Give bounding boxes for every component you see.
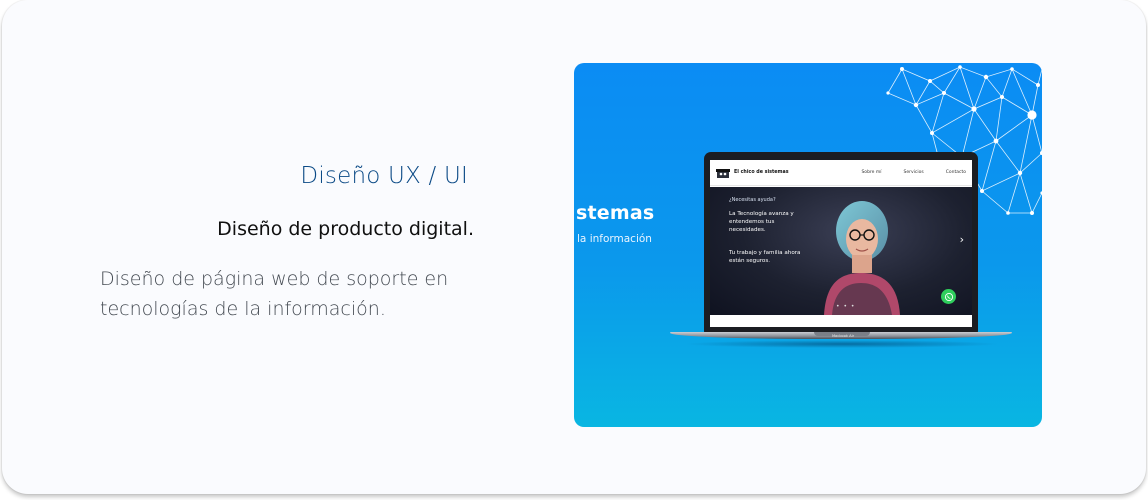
hero-question: ¿Necesitas ayuda? — [729, 197, 776, 203]
hero-next-arrow: › — [959, 233, 964, 246]
whatsapp-icon — [941, 289, 956, 304]
hero-person-photo — [824, 201, 900, 315]
site-footer-strip — [710, 316, 972, 327]
site-nav-sobre: Sobre mí — [861, 170, 882, 175]
project-preview-image: stemas la información El chico de sistem… — [574, 63, 1042, 427]
laptop-screen: El chico de sistemas Sobre mí Servicios … — [710, 160, 972, 327]
background-heading: stemas — [576, 202, 655, 224]
laptop-lid: El chico de sistemas Sobre mí Servicios … — [704, 152, 978, 333]
site-nav-links: Sobre mí Servicios Contacto — [861, 170, 966, 175]
whatsapp-glyph-icon — [944, 292, 953, 301]
laptop-model-label: Macbook Air — [831, 334, 855, 338]
project-card: Diseño UX / UI Diseño de producto digita… — [2, 0, 1146, 494]
project-title: Diseño UX / UI — [300, 163, 468, 189]
hero-text-1: La Tecnología avanza y entendemos tus ne… — [729, 211, 794, 233]
hero-text-2: Tu trabajo y familia ahora están seguros… — [729, 250, 801, 264]
site-hero: ¿Necesitas ayuda? La Tecnología avanza y… — [710, 187, 972, 315]
project-subtitle: Diseño de producto digital. — [217, 218, 474, 240]
project-description: Diseño de página web de soporte en tecno… — [100, 268, 449, 320]
background-subheading: la información — [577, 233, 652, 245]
site-logo-icon — [716, 168, 730, 178]
site-navbar: El chico de sistemas Sobre mí Servicios … — [710, 160, 972, 186]
laptop-mockup: El chico de sistemas Sobre mí Servicios … — [670, 152, 1020, 352]
site-brand: El chico de sistemas — [734, 170, 789, 175]
site-nav-contacto: Contacto — [945, 170, 966, 175]
hero-carousel-dots: • • • — [836, 303, 856, 310]
site-nav-servicios: Servicios — [903, 170, 924, 175]
project-text: Diseño UX / UI Diseño de producto digita… — [100, 150, 476, 324]
laptop-shadow — [684, 340, 1000, 348]
